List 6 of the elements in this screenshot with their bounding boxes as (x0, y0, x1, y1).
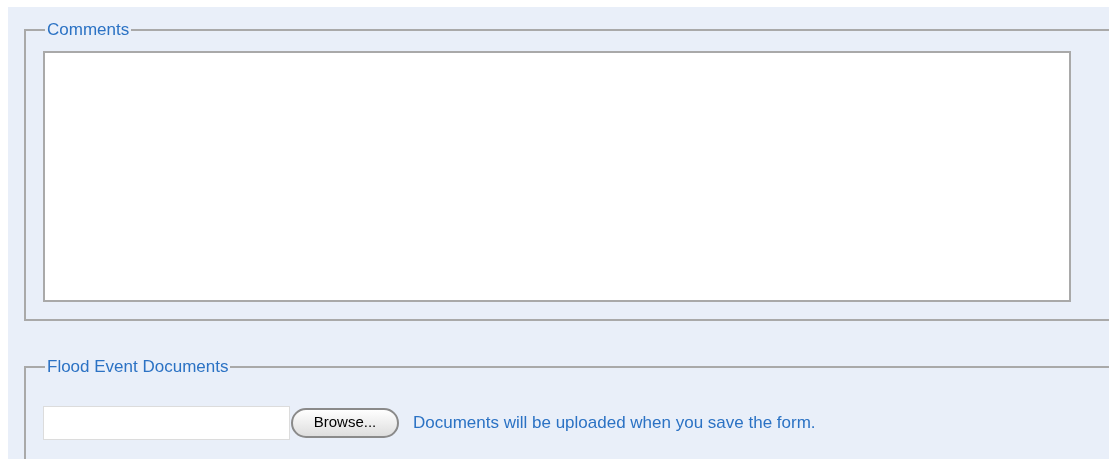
browse-button[interactable]: Browse... (291, 407, 399, 438)
fieldset-legend: Flood Event Documents (45, 354, 231, 380)
comments-field[interactable] (43, 50, 1071, 302)
file-path-field[interactable] (43, 405, 290, 440)
fieldset-legend: Comments (45, 17, 132, 43)
upload-note: Documents will be uploaded when you save the form. (413, 411, 816, 434)
